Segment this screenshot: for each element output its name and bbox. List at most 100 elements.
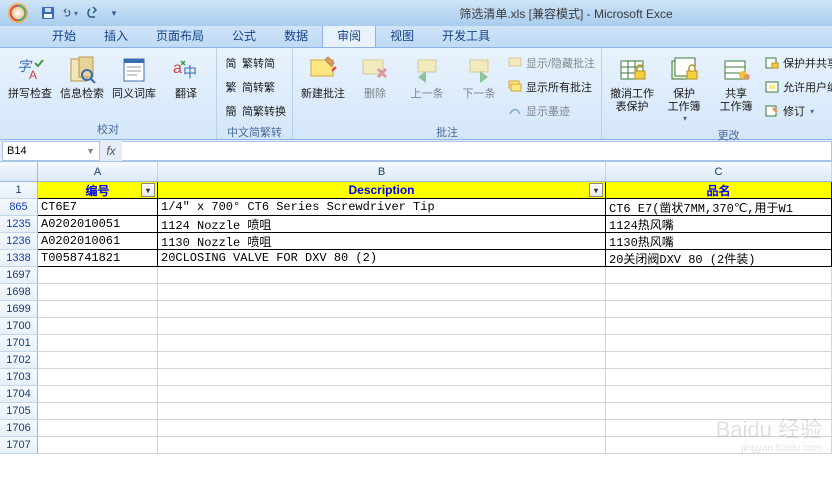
trad-to-simp-button[interactable]: 简繁转简 <box>223 52 286 74</box>
cell[interactable] <box>158 437 606 454</box>
cell[interactable] <box>158 335 606 352</box>
cell[interactable] <box>606 301 832 318</box>
cell[interactable] <box>38 352 158 369</box>
row-header[interactable]: 1697 <box>0 267 38 284</box>
cell[interactable] <box>38 301 158 318</box>
cell[interactable] <box>38 369 158 386</box>
cell[interactable] <box>606 437 832 454</box>
show-all-comments-button[interactable]: 显示所有批注 <box>507 76 595 98</box>
allow-edit-button[interactable]: 允许用户编辑 <box>764 76 832 98</box>
cell[interactable] <box>38 437 158 454</box>
cell[interactable] <box>38 335 158 352</box>
row-header[interactable]: 1236 <box>0 233 38 250</box>
show-hide-comment-button[interactable]: 显示/隐藏批注 <box>507 52 595 74</box>
cell[interactable]: 20关闭阀DXV 80 (2件装) <box>606 250 832 267</box>
table-header-id[interactable]: 编号▾ <box>38 182 158 199</box>
next-comment-button[interactable]: 下一条 <box>455 52 503 122</box>
cell[interactable] <box>606 386 832 403</box>
research-button[interactable]: 信息检索 <box>58 52 106 119</box>
filter-icon[interactable]: ▾ <box>589 183 603 197</box>
table-header-desc[interactable]: Description▾ <box>158 182 606 199</box>
cell[interactable] <box>38 318 158 335</box>
row-header[interactable]: 1702 <box>0 352 38 369</box>
new-comment-button[interactable]: 新建批注 <box>299 52 347 122</box>
cell[interactable] <box>158 386 606 403</box>
cell[interactable] <box>158 301 606 318</box>
cell[interactable]: A0202010061 <box>38 233 158 250</box>
simp-to-trad-button[interactable]: 繁简转繁 <box>223 76 286 98</box>
row-header[interactable]: 1701 <box>0 335 38 352</box>
column-header-c[interactable]: C <box>606 162 832 181</box>
cell[interactable] <box>38 284 158 301</box>
unprotect-sheet-button[interactable]: 撤消工作 表保护 <box>608 52 656 125</box>
cell[interactable] <box>38 420 158 437</box>
cell[interactable] <box>606 403 832 420</box>
cell[interactable] <box>606 352 832 369</box>
cell[interactable] <box>158 267 606 284</box>
formula-input[interactable] <box>122 141 832 161</box>
tab-view[interactable]: 视图 <box>376 24 428 47</box>
fx-icon[interactable]: fx <box>100 144 122 158</box>
spelling-button[interactable]: 字A 拼写检查 <box>6 52 54 119</box>
namebox-dropdown-icon[interactable]: ▼ <box>86 146 95 156</box>
tab-pagelayout[interactable]: 页面布局 <box>142 24 218 47</box>
translate-button[interactable]: a中 翻译 <box>162 52 210 119</box>
cell[interactable] <box>606 335 832 352</box>
thesaurus-button[interactable]: 同义词库 <box>110 52 158 119</box>
cell[interactable] <box>38 386 158 403</box>
row-header[interactable]: 1700 <box>0 318 38 335</box>
tab-developer[interactable]: 开发工具 <box>428 24 504 47</box>
show-ink-button[interactable]: 显示墨迹 <box>507 100 595 122</box>
tab-formulas[interactable]: 公式 <box>218 24 270 47</box>
row-header[interactable]: 1 <box>0 182 38 199</box>
cell[interactable]: 1124 Nozzle 喷咀 <box>158 216 606 233</box>
cell[interactable]: 20CLOSING VALVE FOR DXV 80 (2) <box>158 250 606 267</box>
cell[interactable] <box>158 420 606 437</box>
row-header[interactable]: 1235 <box>0 216 38 233</box>
cell[interactable] <box>158 352 606 369</box>
cell[interactable]: CT6 E7(凿状7MM,370℃,用于W1 <box>606 199 832 216</box>
cell[interactable]: 1130热风嘴 <box>606 233 832 250</box>
row-header[interactable]: 1704 <box>0 386 38 403</box>
cell[interactable] <box>158 284 606 301</box>
tab-insert[interactable]: 插入 <box>90 24 142 47</box>
row-header[interactable]: 1705 <box>0 403 38 420</box>
cell[interactable] <box>158 318 606 335</box>
row-header[interactable]: 1338 <box>0 250 38 267</box>
chinese-convert-button[interactable]: 簡简繁转换 <box>223 100 286 122</box>
table-header-name[interactable]: 品名 <box>606 182 832 199</box>
name-box[interactable]: B14▼ <box>2 141 100 161</box>
prev-comment-button[interactable]: 上一条 <box>403 52 451 122</box>
track-changes-button[interactable]: 修订▾ <box>764 100 832 122</box>
filter-icon[interactable]: ▾ <box>141 183 155 197</box>
row-header[interactable]: 1698 <box>0 284 38 301</box>
cell[interactable]: T0058741821 <box>38 250 158 267</box>
cell[interactable] <box>606 284 832 301</box>
tab-review[interactable]: 审阅 <box>322 23 376 47</box>
tab-home[interactable]: 开始 <box>38 24 90 47</box>
cell[interactable] <box>158 369 606 386</box>
cell[interactable]: 1/4″ x 700° CT6 Series Screwdriver Tip <box>158 199 606 216</box>
row-header[interactable]: 1703 <box>0 369 38 386</box>
cell[interactable] <box>606 369 832 386</box>
column-header-a[interactable]: A <box>38 162 158 181</box>
cell[interactable] <box>606 420 832 437</box>
row-header[interactable]: 865 <box>0 199 38 216</box>
cell[interactable] <box>606 318 832 335</box>
cell[interactable] <box>38 267 158 284</box>
cell[interactable]: CT6E7 <box>38 199 158 216</box>
cell[interactable]: 1130 Nozzle 喷咀 <box>158 233 606 250</box>
row-header[interactable]: 1707 <box>0 437 38 454</box>
select-all-corner[interactable] <box>0 162 38 181</box>
cell[interactable] <box>158 403 606 420</box>
delete-comment-button[interactable]: 删除 <box>351 52 399 122</box>
cell[interactable] <box>606 267 832 284</box>
tab-data[interactable]: 数据 <box>270 24 322 47</box>
row-header[interactable]: 1706 <box>0 420 38 437</box>
protect-share-button[interactable]: 保护并共享工 <box>764 52 832 74</box>
share-workbook-button[interactable]: 共享 工作簿 <box>712 52 760 125</box>
row-header[interactable]: 1699 <box>0 301 38 318</box>
protect-workbook-button[interactable]: 保护 工作簿▾ <box>660 52 708 125</box>
column-header-b[interactable]: B <box>158 162 606 181</box>
cell[interactable]: A0202010051 <box>38 216 158 233</box>
